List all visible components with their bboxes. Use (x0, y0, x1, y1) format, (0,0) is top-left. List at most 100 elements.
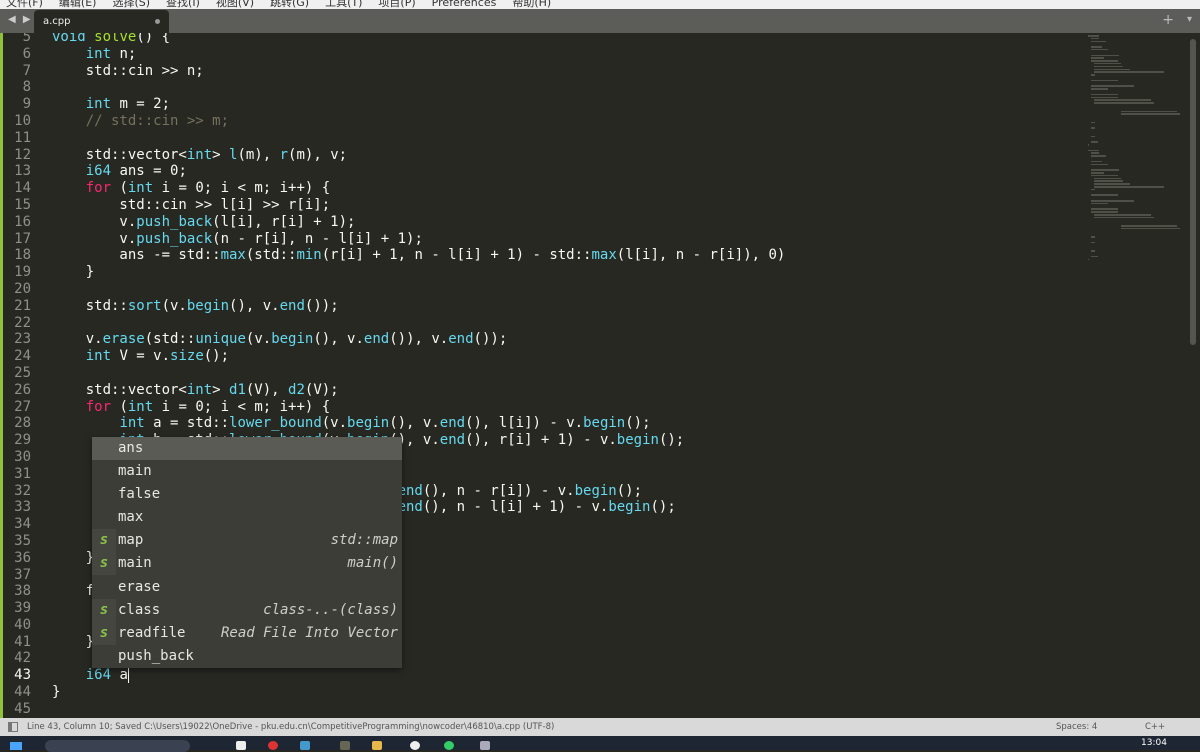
code-line[interactable]: 43 i64 a (0, 667, 1085, 684)
autocomplete-item[interactable]: s map std::map (92, 529, 402, 553)
vertical-scrollbar[interactable] (1190, 39, 1196, 345)
autocomplete-item[interactable]: s main main() (92, 552, 402, 576)
minimap[interactable] (1088, 35, 1180, 261)
autocomplete-item[interactable]: max (92, 506, 402, 529)
line-number: 34 (14, 516, 31, 533)
code-line[interactable]: 28 int a = std::lower_bound(v.begin(), v… (0, 415, 1085, 432)
code-line[interactable]: 6 int n; (0, 46, 1085, 63)
line-text[interactable]: std::sort(v.begin(), v.end()); (52, 298, 339, 315)
menu-item[interactable]: 帮助(H) (512, 0, 551, 9)
line-text[interactable]: std::cin >> l[i] >> r[i]; (52, 197, 330, 214)
line-text[interactable]: std::cin >> n; (52, 63, 204, 80)
menu-item[interactable]: 文件(F) (6, 0, 43, 9)
line-text[interactable]: std::vector<int> l(m), r(m), v; (52, 147, 347, 164)
code-line[interactable]: 19 } (0, 264, 1085, 281)
line-text[interactable]: for (int i = 0; i < m; i++) { (52, 399, 330, 416)
code-line[interactable]: 26 std::vector<int> d1(V), d2(V); (0, 382, 1085, 399)
code-line[interactable]: 11 (0, 130, 1085, 147)
code-line[interactable]: 15 std::cin >> l[i] >> r[i]; (0, 197, 1085, 214)
line-number: 6 (22, 45, 31, 62)
line-text[interactable]: std::vector<int> d1(V), d2(V); (52, 382, 339, 399)
line-number: 39 (14, 600, 31, 617)
autocomplete-item[interactable]: s class class-..-(class) (92, 598, 402, 622)
code-line[interactable]: 25 (0, 365, 1085, 382)
tab-a-cpp[interactable]: a.cpp (34, 10, 169, 33)
code-line[interactable]: 13 i64 ans = 0; (0, 163, 1085, 180)
line-text[interactable]: v.push_back(l[i], r[i] + 1); (52, 214, 355, 231)
app-icon[interactable] (480, 741, 490, 750)
completion-label: main (118, 463, 152, 480)
minimap-line (1091, 202, 1108, 205)
new-tab-button[interactable]: + (1162, 12, 1174, 28)
line-text[interactable]: } (52, 684, 60, 701)
app-icon[interactable] (300, 741, 310, 750)
code-line[interactable]: 17 v.push_back(n - r[i], n - l[i] + 1); (0, 231, 1085, 248)
autocomplete-item[interactable]: push_back (92, 645, 402, 668)
minimap-line (1094, 62, 1121, 65)
menu-item[interactable]: 查找(I) (166, 0, 200, 9)
code-editor[interactable]: 5 void solve() {6 int n; 7 std::cin >> n; 8… (0, 33, 1200, 718)
taskbar-search[interactable] (45, 740, 190, 752)
line-text[interactable]: int a = std::lower_bound(v.begin(), v.en… (52, 415, 650, 432)
line-text[interactable]: int m = 2; (52, 96, 170, 113)
code-line[interactable]: 5 void solve() { (0, 33, 1085, 46)
autocomplete-popup[interactable]: ansmainfalse max s map std::map s main main() er… (92, 437, 402, 668)
autocomplete-item[interactable]: erase (92, 576, 402, 599)
code-line[interactable]: 16 v.push_back(l[i], r[i] + 1); (0, 214, 1085, 231)
code-line[interactable]: 21 std::sort(v.begin(), v.end()); (0, 298, 1085, 315)
app-icon[interactable] (236, 741, 246, 750)
indentation-setting[interactable]: Spaces: 4 (1056, 718, 1097, 736)
clock[interactable]: 13:04 (1141, 738, 1167, 748)
code-line[interactable]: 45 (0, 701, 1085, 718)
line-text[interactable]: void solve() { (52, 33, 170, 46)
line-text[interactable]: for (int i = 0; i < m; i++) { (52, 180, 330, 197)
line-text[interactable]: i64 a (52, 667, 128, 684)
autocomplete-item[interactable]: main (92, 460, 402, 483)
line-text[interactable]: f (52, 583, 94, 600)
app-icon[interactable] (410, 741, 420, 750)
line-text[interactable]: v.erase(std::unique(v.begin(), v.end()),… (52, 331, 508, 348)
unsaved-dot-icon[interactable] (155, 19, 160, 24)
line-text[interactable]: v.push_back(n - r[i], n - l[i] + 1); (52, 231, 422, 248)
tab-list-dropdown-icon[interactable]: ▾ (1187, 14, 1192, 25)
line-text[interactable]: int n; (52, 46, 137, 63)
line-text[interactable]: } (52, 634, 94, 651)
line-text[interactable]: // std::cin >> m; (52, 113, 229, 130)
line-text[interactable]: ans -= std::max(std::min(r[i] + 1, n - l… (52, 247, 785, 264)
syntax-setting[interactable]: C++ (1145, 718, 1165, 736)
wechat-icon[interactable] (444, 741, 454, 750)
code-line[interactable]: 20 (0, 281, 1085, 298)
code-line[interactable]: 14 for (int i = 0; i < m; i++) { (0, 180, 1085, 197)
code-line[interactable]: 24 int V = v.size(); (0, 348, 1085, 365)
menu-item[interactable]: 项目(P) (378, 0, 415, 9)
code-line[interactable]: 44} (0, 684, 1085, 701)
autocomplete-item[interactable]: false (92, 483, 402, 506)
menu-item[interactable]: 工具(T) (325, 0, 362, 9)
code-line[interactable]: 12 std::vector<int> l(m), r(m), v; (0, 147, 1085, 164)
code-line[interactable]: 8 (0, 79, 1085, 96)
tab-nav-arrows-icon[interactable]: ◀ ▶ (8, 14, 33, 25)
menu-item[interactable]: 视图(V) (216, 0, 254, 9)
code-line[interactable]: 27 for (int i = 0; i < m; i++) { (0, 399, 1085, 416)
folder-icon[interactable] (372, 741, 382, 750)
autocomplete-item[interactable]: s readfile Read File Into Vector (92, 621, 402, 645)
line-text[interactable]: } (52, 264, 94, 281)
sublime-icon[interactable] (340, 741, 350, 750)
code-line[interactable]: 9 int m = 2; (0, 96, 1085, 113)
line-text[interactable]: i64 ans = 0; (52, 163, 187, 180)
menu-item[interactable]: 编辑(E) (59, 0, 97, 9)
code-line[interactable]: 22 (0, 315, 1085, 332)
panel-toggle-icon[interactable] (8, 722, 18, 732)
code-line[interactable]: 10 // std::cin >> m; (0, 113, 1085, 130)
windows-start-icon[interactable] (10, 742, 22, 750)
menu-item[interactable]: 跳转(G) (270, 0, 309, 9)
menu-item[interactable]: Preferences (432, 0, 497, 9)
code-line[interactable]: 7 std::cin >> n; (0, 63, 1085, 80)
browser-icon[interactable] (268, 741, 278, 750)
code-line[interactable]: 18 ans -= std::max(std::min(r[i] + 1, n … (0, 247, 1085, 264)
code-line[interactable]: 23 v.erase(std::unique(v.begin(), v.end(… (0, 331, 1085, 348)
autocomplete-item[interactable]: ans (92, 437, 402, 461)
menu-item[interactable]: 选择(S) (112, 0, 150, 9)
line-text[interactable]: int V = v.size(); (52, 348, 229, 365)
line-text[interactable]: } (52, 550, 94, 567)
